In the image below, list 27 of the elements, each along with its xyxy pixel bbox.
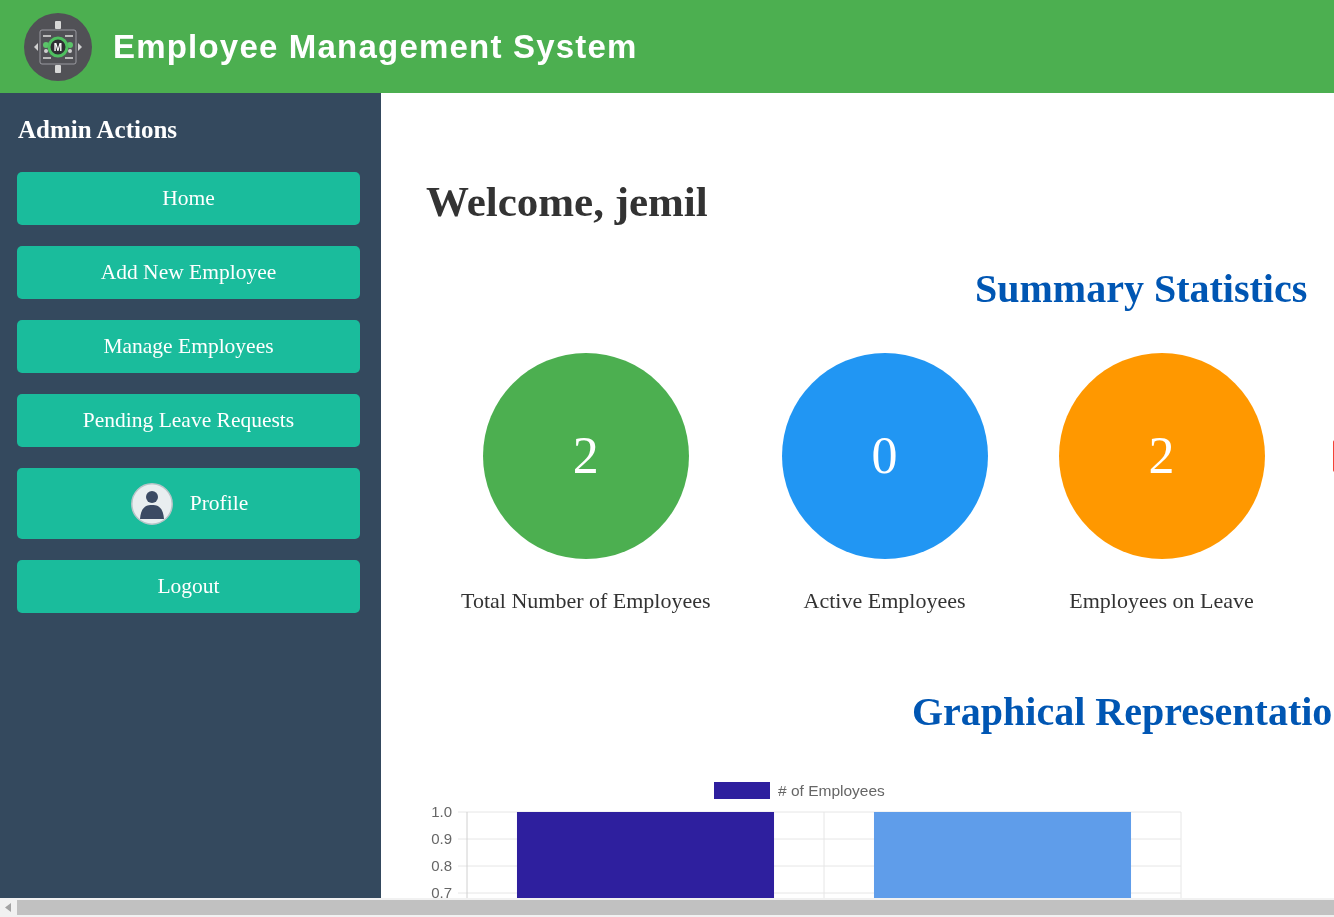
scroll-left-icon[interactable] xyxy=(5,903,11,912)
legend-label: # of Employees xyxy=(778,781,885,799)
sidebar-button[interactable]: Logout xyxy=(17,560,360,613)
logo-icon: M xyxy=(24,12,92,81)
avatar-icon xyxy=(130,482,173,525)
horizontal-scrollbar[interactable] xyxy=(0,898,1334,917)
sidebar-button[interactable]: Pending Leave Requests xyxy=(17,394,360,447)
section-heading: Graphical Representatio xyxy=(912,692,1333,732)
scrollbar-thumb[interactable] xyxy=(17,900,1334,915)
axis-tick-label: 0.7 xyxy=(431,884,452,898)
sidebar-button[interactable]: Manage Employees xyxy=(17,320,360,373)
stat-label: Employees on Leave xyxy=(1069,590,1254,612)
stat-count-circle: 2 xyxy=(482,353,689,559)
stat-label: Total Number of Employees xyxy=(461,590,711,612)
axis-tick-label: 0.9 xyxy=(431,830,452,847)
welcome-heading: Welcome, jemil xyxy=(426,180,708,223)
profile-button[interactable]: Profile xyxy=(17,468,360,539)
sidebar-button[interactable]: Home xyxy=(17,172,360,225)
sidebar-button[interactable]: Add New Employee xyxy=(17,246,360,299)
stat-count-circle: 0 xyxy=(781,353,988,559)
section-heading: Summary Statistics xyxy=(975,269,1308,309)
axis-tick-label: 0.8 xyxy=(431,857,452,874)
axis-tick-label: 1.0 xyxy=(431,803,452,820)
app-title: Employee Management System xyxy=(113,30,638,63)
stat-label: Active Employees xyxy=(803,590,966,612)
sidebar-title: Admin Actions xyxy=(18,117,179,142)
stat-count-circle: 2 xyxy=(1058,353,1265,559)
